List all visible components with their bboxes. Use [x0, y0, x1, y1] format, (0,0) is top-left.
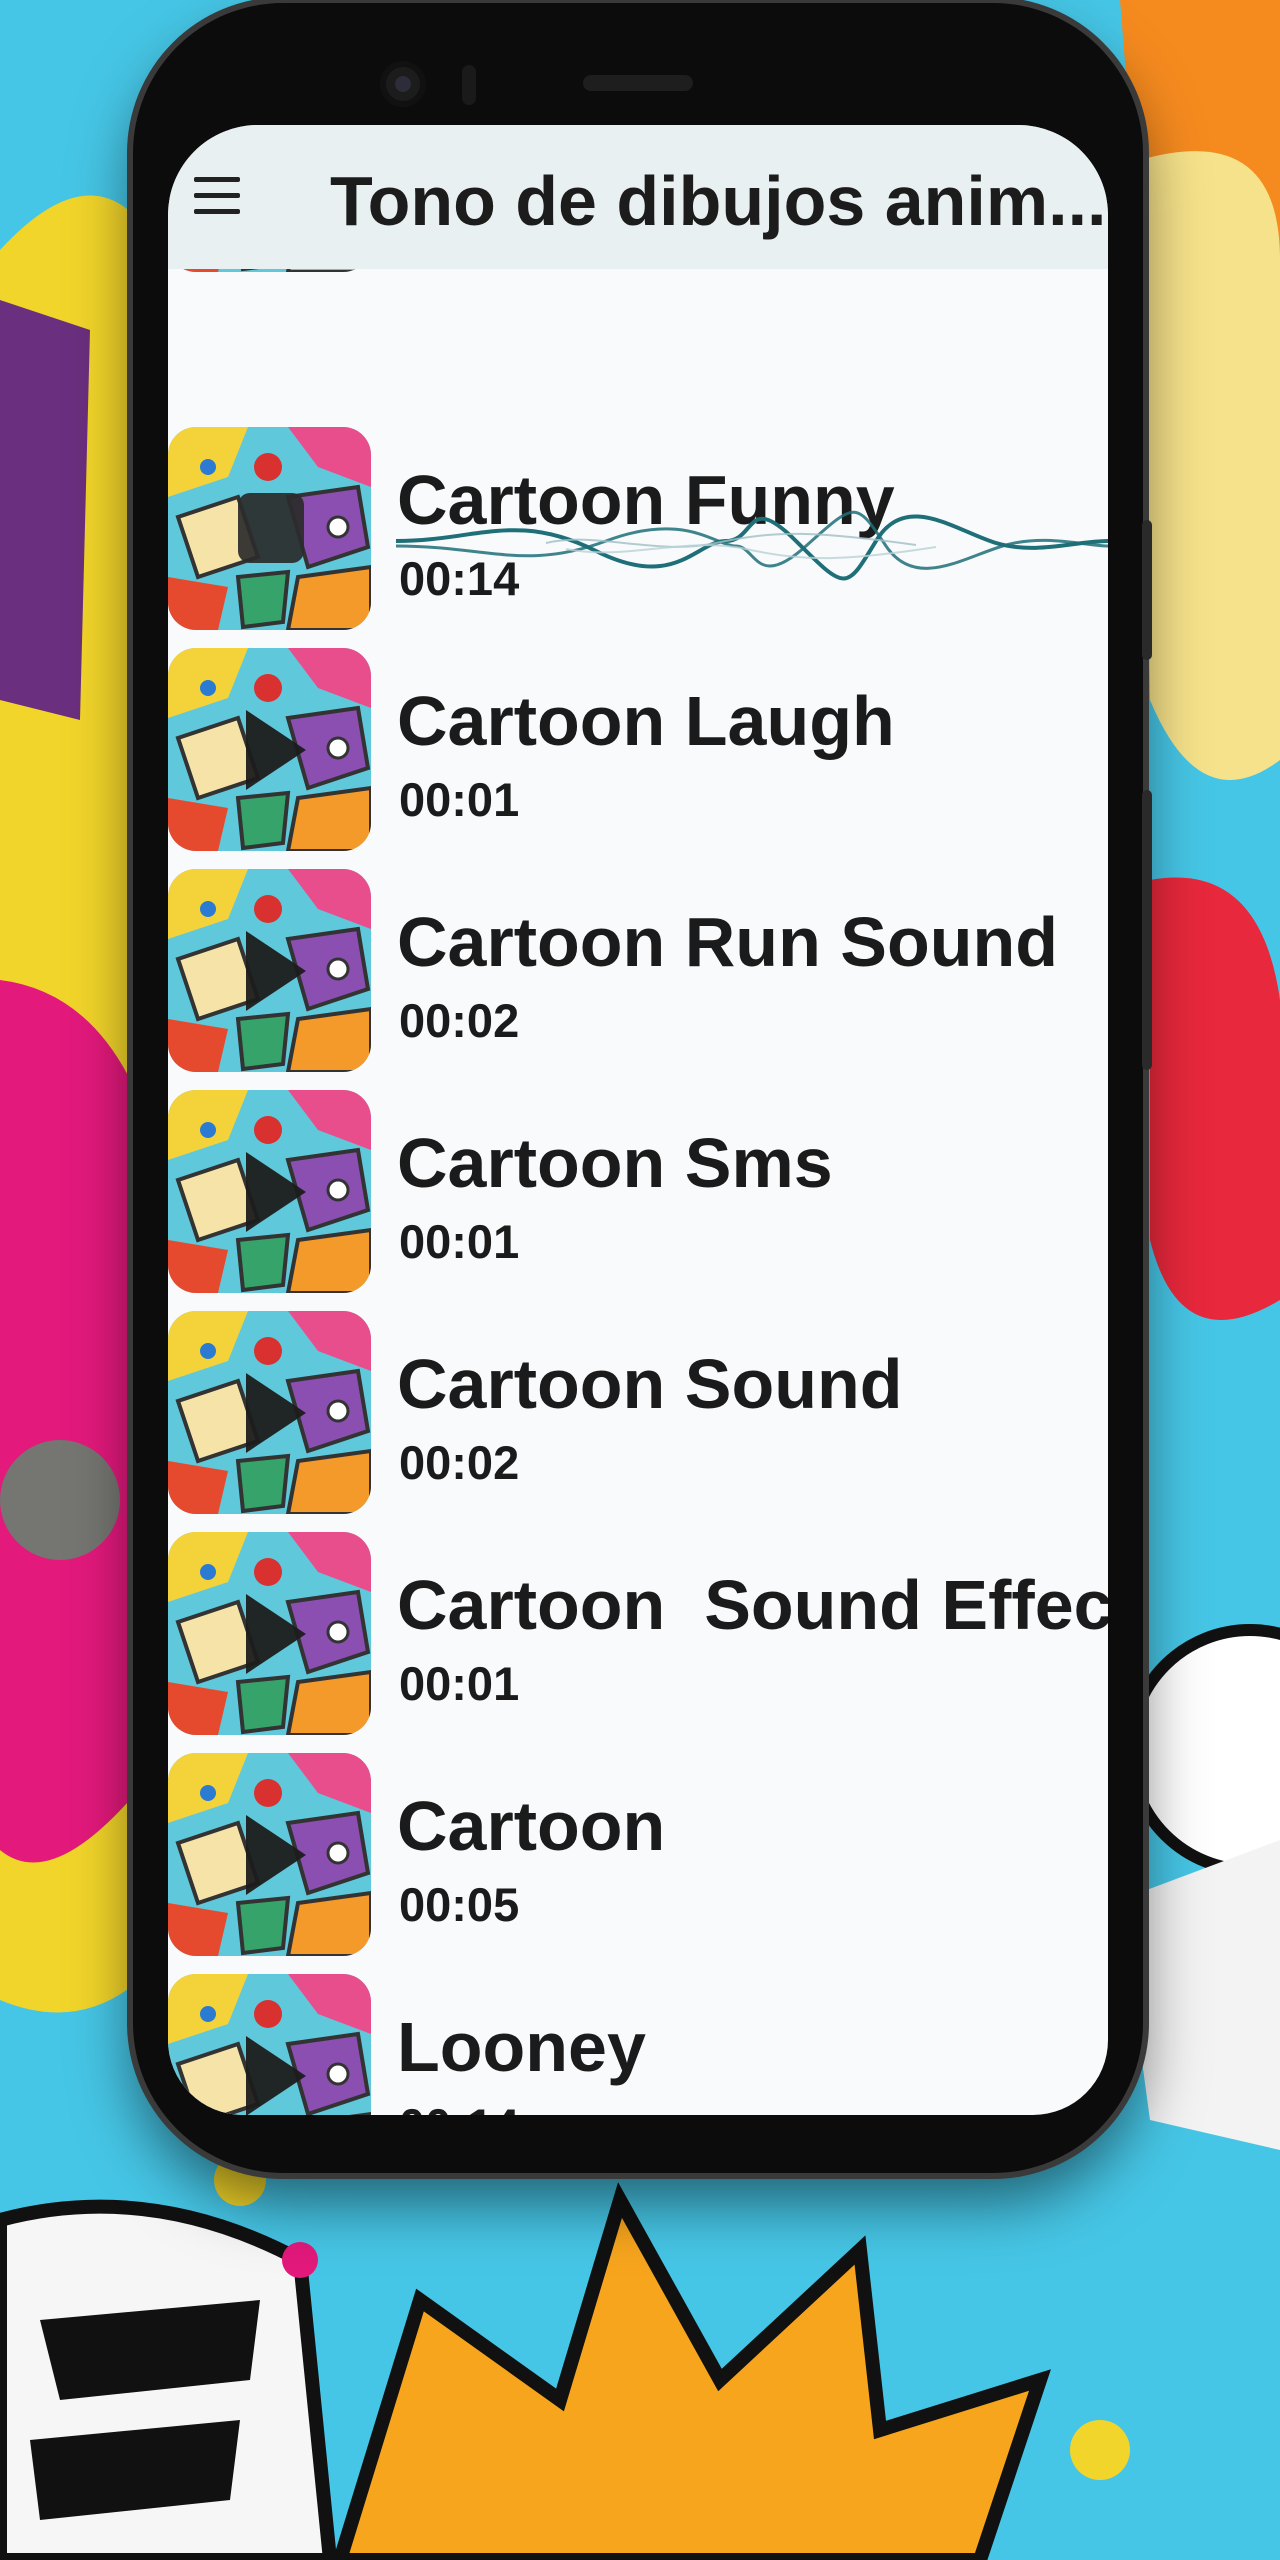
phone-screen: Tono de dibujos anim... Cartoon Funny 00:… [168, 125, 1108, 2115]
play-icon[interactable] [168, 1532, 371, 1735]
list-item[interactable]: Cartoon Funny 00:14 [168, 427, 1108, 648]
ringtone-title[interactable]: Cartoon Run Sound [397, 902, 1058, 982]
ringtone-title[interactable]: Looney [397, 2007, 646, 2087]
play-icon[interactable] [168, 1974, 371, 2115]
front-camera [380, 61, 426, 107]
play-icon[interactable] [168, 1311, 371, 1514]
ringtone-duration: 00:14 [399, 552, 520, 605]
play-icon[interactable] [168, 869, 371, 1072]
ringtone-title[interactable]: Cartoon [397, 1786, 665, 1866]
ringtone-duration: 00:02 [399, 994, 520, 1047]
app-bar: Tono de dibujos anim... [168, 125, 1108, 269]
play-icon[interactable] [168, 1090, 371, 1293]
ringtone-thumbnail[interactable] [168, 1532, 371, 1735]
ringtone-duration: 00:02 [399, 1436, 520, 1489]
ringtone-thumbnail[interactable] [168, 869, 371, 1072]
list-item[interactable]: Cartoon Sound Effect 00:01 [168, 1532, 1108, 1753]
ringtone-duration: 00:01 [399, 773, 520, 826]
hamburger-menu-icon[interactable] [188, 169, 246, 225]
ringtone-thumbnail[interactable] [168, 269, 371, 272]
ringtone-thumbnail[interactable] [168, 648, 371, 851]
play-icon[interactable] [168, 648, 371, 851]
list-item[interactable]: Cartoon 00:05 [168, 1753, 1108, 1974]
list-item[interactable]: Cartoon Sound 00:02 [168, 1311, 1108, 1532]
list-item-partial[interactable] [168, 269, 1108, 290]
list-item[interactable]: Looney 00:14 [168, 1974, 1108, 2115]
stop-icon[interactable] [168, 427, 371, 630]
ringtone-duration: 00:14 [399, 2098, 519, 2115]
ringtone-duration: 00:01 [399, 1215, 520, 1268]
ringtone-title[interactable]: Cartoon Laugh [397, 681, 895, 761]
ringtone-thumbnail[interactable] [168, 427, 371, 630]
ringtone-title[interactable]: Cartoon Sms [397, 1123, 833, 1203]
earpiece-speaker [583, 75, 693, 91]
list-item[interactable]: Cartoon Laugh 00:01 [168, 648, 1108, 869]
ringtone-thumbnail[interactable] [168, 1974, 371, 2115]
ringtone-duration: 00:01 [399, 1657, 520, 1710]
proximity-sensor [462, 65, 476, 105]
list-item[interactable]: Cartoon Run Sound 00:02 [168, 869, 1108, 1090]
play-icon[interactable] [168, 1753, 371, 1956]
ringtone-thumbnail[interactable] [168, 1311, 371, 1514]
ringtone-title[interactable]: Cartoon Sound [397, 1344, 902, 1424]
ringtone-thumbnail[interactable] [168, 1753, 371, 1956]
list-item[interactable]: Cartoon Sms 00:01 [168, 1090, 1108, 1311]
ringtone-thumbnail[interactable] [168, 1090, 371, 1293]
ringtone-duration: 00:05 [399, 1878, 520, 1931]
power-button [1142, 790, 1152, 1070]
app-title: Tono de dibujos anim... [330, 162, 1107, 240]
ringtone-title[interactable]: Cartoon Sound Effect [397, 1565, 1108, 1645]
volume-button [1142, 520, 1152, 660]
ringtone-list[interactable]: Cartoon Funny 00:14 Cartoon Laugh 00:01 [168, 269, 1108, 2115]
ringtone-title[interactable]: Cartoon Funny [397, 460, 895, 540]
